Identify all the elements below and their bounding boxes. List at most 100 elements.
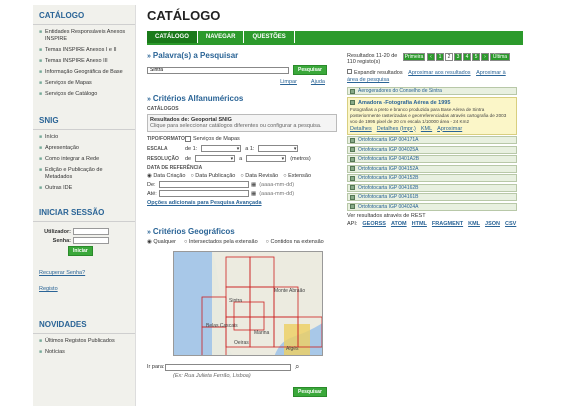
api-georss-link[interactable]: GEORSS xyxy=(362,221,386,227)
api-kml-link[interactable]: KML xyxy=(468,221,480,227)
result-item[interactable]: Ortofotocarta IGP 004024A xyxy=(347,202,517,211)
sidebar-item-temas-iii[interactable]: ■ Temas INSPIRE Anexo III xyxy=(33,56,135,67)
user-input[interactable] xyxy=(73,228,109,235)
api-json-link[interactable]: JSON xyxy=(485,221,500,227)
sidebar-item-temas-i-ii[interactable]: ■ Temas INSPIRE Anexos I e II xyxy=(33,45,135,56)
main-tabs: CATÁLOGO NAVEGAR QUESTÕES xyxy=(147,31,523,45)
sidebar-item-servicos-catalogo[interactable]: ■ Serviços de Catálogo xyxy=(33,89,135,100)
rest-label: Ver resultados através de REST xyxy=(347,212,426,219)
result-item[interactable]: Ortofotocarta IGP 004162B xyxy=(347,183,517,192)
sidebar-item-servicos-mapas[interactable]: ■ Serviços de Mapas xyxy=(33,78,135,89)
date-to-input[interactable] xyxy=(159,190,249,197)
sidebar-snig-title: SNIG xyxy=(33,110,135,130)
last-page-button[interactable]: Última xyxy=(490,53,510,61)
page-1[interactable]: 1 xyxy=(436,53,444,61)
details-link[interactable]: Detalhes xyxy=(350,126,372,132)
zoom-link[interactable]: Aproximar xyxy=(437,126,462,132)
sidebar-item-integrar[interactable]: ■ Como integrar a Rede xyxy=(33,154,135,165)
search-button[interactable]: Pesquisar xyxy=(293,65,327,75)
result-item[interactable]: Ortofotocarta IGP 004171A xyxy=(347,136,517,144)
layer-icon xyxy=(350,194,355,200)
radio-extension[interactable]: ○ Extensão xyxy=(283,173,311,179)
catalog-selector[interactable]: Resultados de: Geoportal SNIG Clique par… xyxy=(147,114,337,132)
result-item[interactable]: Ortofotocarta IGP 004161B xyxy=(347,193,517,201)
api-fragment-link[interactable]: FRAGMENT xyxy=(432,221,463,227)
res-to-select[interactable] xyxy=(246,155,287,162)
next-page-button[interactable]: › xyxy=(481,53,489,61)
calendar-from-icon[interactable]: ▦ xyxy=(251,182,256,188)
sidebar: CATÁLOGO ■ Entidades Responsáveis Anexos … xyxy=(33,5,136,406)
result-item[interactable]: Ortofotocarta IGP 004152B xyxy=(347,174,517,182)
sidebar-item-info-base[interactable]: ■ Informação Geográfica de Base xyxy=(33,67,135,78)
place-input[interactable] xyxy=(165,363,291,371)
prev-page-button[interactable]: ‹ xyxy=(427,53,435,61)
page-2[interactable]: 2 xyxy=(445,53,453,61)
map-label: Marina xyxy=(254,330,270,336)
password-input[interactable] xyxy=(73,237,109,244)
radio-publication[interactable]: ○ Data Publicação xyxy=(190,173,235,179)
clear-link[interactable]: Limpar xyxy=(280,79,297,85)
sidebar-item-apresentacao[interactable]: ■ Apresentação xyxy=(33,143,135,154)
result-item[interactable]: Aerogeradores do Conselho de Sintra xyxy=(347,87,517,95)
first-page-button[interactable]: Primeira xyxy=(403,53,425,61)
scale-from-select[interactable] xyxy=(201,145,242,152)
api-html-link[interactable]: HTML xyxy=(412,221,427,227)
sidebar-item-noticias[interactable]: ■ Notícias xyxy=(33,347,135,358)
result-item[interactable]: Ortofotocarta IGP 004152A xyxy=(347,164,517,173)
radio-revision[interactable]: ○ Data Revisão xyxy=(240,173,278,179)
binoculars-icon[interactable]: ⌕ xyxy=(295,362,299,372)
keyword-input[interactable] xyxy=(147,66,289,74)
place-search-row: Ir para: ⌕ xyxy=(147,362,307,372)
layer-icon xyxy=(350,166,355,171)
register-link[interactable]: Registo xyxy=(39,286,58,292)
advanced-options-link[interactable]: Opções adicionais para Pesquisa Avançada xyxy=(147,200,262,206)
recover-password-link[interactable]: Recuperar Senha? xyxy=(39,270,85,276)
featured-result[interactable]: Amadora -Fotografia Aérea de 1995 Fotogr… xyxy=(347,96,517,135)
calendar-to-icon[interactable]: ▦ xyxy=(251,191,256,197)
results-summary: Resultados 11-20 de 110 registo(s) xyxy=(347,53,398,65)
page-4[interactable]: 4 xyxy=(463,53,471,61)
geo-search-button[interactable]: Pesquisar xyxy=(293,387,327,397)
type-label: TIPO/FORMATO xyxy=(147,136,185,142)
sidebar-item-outras-ide[interactable]: ■ Outras IDE xyxy=(33,183,135,194)
catalogs-label: CATÁLOGOS xyxy=(147,106,179,112)
login-button[interactable]: Iniciar xyxy=(68,246,93,256)
res-from-select[interactable] xyxy=(195,155,236,162)
layer-icon xyxy=(350,204,355,209)
radio-intersect[interactable]: ○ Intersectados pela extensão xyxy=(184,239,258,245)
layer-icon xyxy=(350,88,355,94)
sidebar-item-metadados[interactable]: ■ Edição e Publicação de Metadados xyxy=(33,165,135,183)
tab-questoes[interactable]: QUESTÕES xyxy=(244,31,295,43)
sidebar-login-title: INICIAR SESSÃO xyxy=(33,202,135,222)
radio-any[interactable]: ◉ Qualquer xyxy=(147,239,176,245)
result-item[interactable]: Ortofotocarta IGP 004025A xyxy=(347,145,517,154)
page-3[interactable]: 3 xyxy=(454,53,462,61)
radio-contained[interactable]: ○ Contidos na extensão xyxy=(266,239,324,245)
zoom-results-link[interactable]: Aproximar aos resultados xyxy=(408,70,470,76)
page-title: CATÁLOGO xyxy=(147,8,221,23)
scale-to-select[interactable] xyxy=(258,145,299,152)
details-print-link[interactable]: Detalhes (Impr.) xyxy=(377,126,416,132)
login-form: Utilizador: Senha: Iniciar Recuperar Sen… xyxy=(33,222,135,296)
kml-link[interactable]: KML xyxy=(421,126,432,132)
page-5[interactable]: 5 xyxy=(472,53,480,61)
api-csv-link[interactable]: CSV xyxy=(505,221,516,227)
tab-catalogo[interactable]: CATÁLOGO xyxy=(147,31,198,43)
help-link[interactable]: Ajuda xyxy=(311,79,325,85)
geo-map[interactable]: Sintra Belas Cascais Monte Abraão Marina… xyxy=(173,251,323,356)
map-canvas[interactable]: Sintra Belas Cascais Monte Abraão Marina… xyxy=(174,252,323,356)
api-atom-link[interactable]: ATOM xyxy=(391,221,407,227)
tab-navegar[interactable]: NAVEGAR xyxy=(198,31,245,43)
geographic-section: » Critérios Geográficos ◉ Qualquer ○ Inte… xyxy=(147,227,337,245)
featured-description: Fotografias a preto e branco produzida p… xyxy=(350,106,507,124)
sidebar-item-entidades[interactable]: ■ Entidades Responsáveis Anexos INSPIRE xyxy=(33,27,135,45)
sidebar-item-inicio[interactable]: ■ Início xyxy=(33,132,135,143)
type-checkbox[interactable] xyxy=(185,136,191,142)
layer-icon xyxy=(350,137,355,143)
date-from-input[interactable] xyxy=(159,181,249,188)
expand-checkbox[interactable] xyxy=(347,69,352,74)
layer-icon xyxy=(350,147,355,152)
radio-creation[interactable]: ◉ Data Criação xyxy=(147,173,185,179)
sidebar-item-ultimos[interactable]: ■ Últimos Registos Publicados xyxy=(33,336,135,347)
result-item[interactable]: Ortofotocarta IGP 0401A2B xyxy=(347,155,517,163)
